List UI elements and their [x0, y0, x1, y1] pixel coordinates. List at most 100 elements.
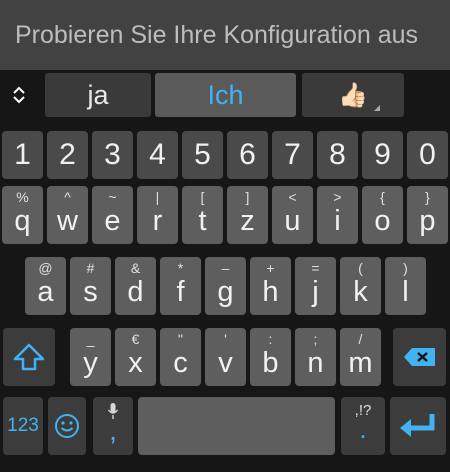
key-g[interactable]: – g	[205, 257, 246, 315]
key-m[interactable]: / m	[340, 328, 381, 386]
key-k[interactable]: (k	[340, 257, 381, 315]
key-d[interactable]: & d	[115, 257, 156, 315]
key-hint: @	[38, 260, 53, 276]
key-4[interactable]: 4	[137, 131, 178, 179]
key-hint: {	[380, 189, 385, 205]
key-hint: |	[155, 189, 160, 205]
key-hint: &	[130, 260, 141, 276]
key-label: y	[83, 347, 98, 379]
keyboard: ja Ich 👍🏻 1234567890 % q ^ w ~ e | r[t] z < u > i{o}…	[0, 70, 450, 472]
text-input[interactable]: Probieren Sie Ihre Konfiguration aus	[0, 0, 450, 70]
expand-suggestions-icon[interactable]	[0, 73, 38, 117]
key-3[interactable]: 3	[92, 131, 133, 179]
key-x[interactable]: € x	[115, 328, 156, 386]
key-hint: %	[16, 189, 29, 205]
key-o[interactable]: {o	[362, 186, 403, 244]
enter-icon	[400, 414, 435, 437]
key-e[interactable]: ~ e	[92, 186, 133, 244]
key-label: u	[284, 205, 301, 237]
suggestion-emoji[interactable]: 👍🏻	[302, 73, 404, 117]
key-hint: *	[177, 260, 184, 276]
key-label: k	[353, 276, 368, 308]
key-label: f	[176, 276, 185, 308]
symbols-key[interactable]: 123	[3, 397, 43, 455]
key-hint: '	[224, 331, 227, 347]
key-w[interactable]: ^ w	[47, 186, 88, 244]
enter-key[interactable]	[390, 397, 446, 455]
key-hint: +	[266, 260, 275, 276]
key-y[interactable]: _ y	[70, 328, 111, 386]
emoji-key[interactable]	[48, 397, 86, 455]
key-label: i	[334, 205, 341, 237]
suggestion-center[interactable]: Ich	[155, 73, 296, 117]
key-hint: €	[131, 331, 140, 347]
key-u[interactable]: < u	[272, 186, 313, 244]
key-9[interactable]: 9	[362, 131, 403, 179]
key-label: o	[374, 205, 391, 237]
key-z[interactable]: ] z	[227, 186, 268, 244]
key-label: m	[348, 347, 373, 379]
key-i[interactable]: > i	[317, 186, 358, 244]
key-s[interactable]: # s	[70, 257, 111, 315]
key-7[interactable]: 7	[272, 131, 313, 179]
key-label: g	[217, 276, 234, 308]
key-label: x	[128, 347, 143, 379]
key-label: d	[127, 276, 144, 308]
thumbs-up-emoji: 👍🏻	[338, 81, 368, 109]
key-h[interactable]: + h	[250, 257, 291, 315]
shift-key[interactable]	[3, 328, 55, 386]
key-hint: )	[403, 260, 408, 276]
key-hint: :	[268, 331, 273, 347]
key-8[interactable]: 8	[317, 131, 358, 179]
key-hint: –	[221, 260, 230, 276]
key-hint: =	[311, 260, 320, 276]
key-6[interactable]: 6	[227, 131, 268, 179]
key-hint: >	[333, 189, 342, 205]
key-hint: [	[200, 189, 205, 205]
key-2[interactable]: 2	[47, 131, 88, 179]
key-label: b	[262, 347, 279, 379]
key-n[interactable]: ; n	[295, 328, 336, 386]
key-hint: _	[86, 331, 95, 347]
key-label: r	[152, 205, 163, 237]
key-0[interactable]: 0	[407, 131, 448, 179]
key-t[interactable]: [t	[182, 186, 223, 244]
backspace-key[interactable]	[393, 328, 446, 386]
key-a[interactable]: @ a	[25, 257, 66, 315]
key-5[interactable]: 5	[182, 131, 223, 179]
key-hint: ^	[64, 189, 71, 205]
key-p[interactable]: } p	[407, 186, 448, 244]
key-hint: "	[178, 331, 183, 347]
key-l[interactable]: ) l	[385, 257, 426, 315]
key-label: e	[104, 205, 121, 237]
key-label: z	[240, 205, 255, 237]
period-key[interactable]: ,!? .	[341, 397, 385, 455]
key-hint: ;	[313, 331, 318, 347]
key-label: p	[419, 205, 436, 237]
key-hint: ]	[245, 189, 250, 205]
key-label: n	[307, 347, 324, 379]
key-1[interactable]: 1	[2, 131, 43, 179]
suggestion-left[interactable]: ja	[45, 73, 151, 117]
key-label: q	[14, 205, 31, 237]
key-v[interactable]: ' v	[205, 328, 246, 386]
key-b[interactable]: :b	[250, 328, 291, 386]
key-hint: }	[425, 189, 430, 205]
space-key[interactable]	[138, 397, 335, 455]
key-hint: <	[288, 189, 297, 205]
comma-key[interactable]: ,	[93, 397, 133, 455]
key-f[interactable]: * f	[160, 257, 201, 315]
key-j[interactable]: = j	[295, 257, 336, 315]
key-r[interactable]: | r	[137, 186, 178, 244]
key-label: t	[198, 205, 207, 237]
key-label: s	[83, 276, 98, 308]
emoji-smiley-icon	[55, 414, 79, 438]
key-hint: /	[358, 331, 363, 347]
backspace-icon	[403, 348, 435, 366]
key-q[interactable]: % q	[2, 186, 43, 244]
key-hint: (	[358, 260, 363, 276]
key-c[interactable]: " c	[160, 328, 201, 386]
key-label: j	[312, 276, 319, 308]
more-indicator-icon	[374, 105, 380, 111]
key-label: a	[37, 276, 54, 308]
